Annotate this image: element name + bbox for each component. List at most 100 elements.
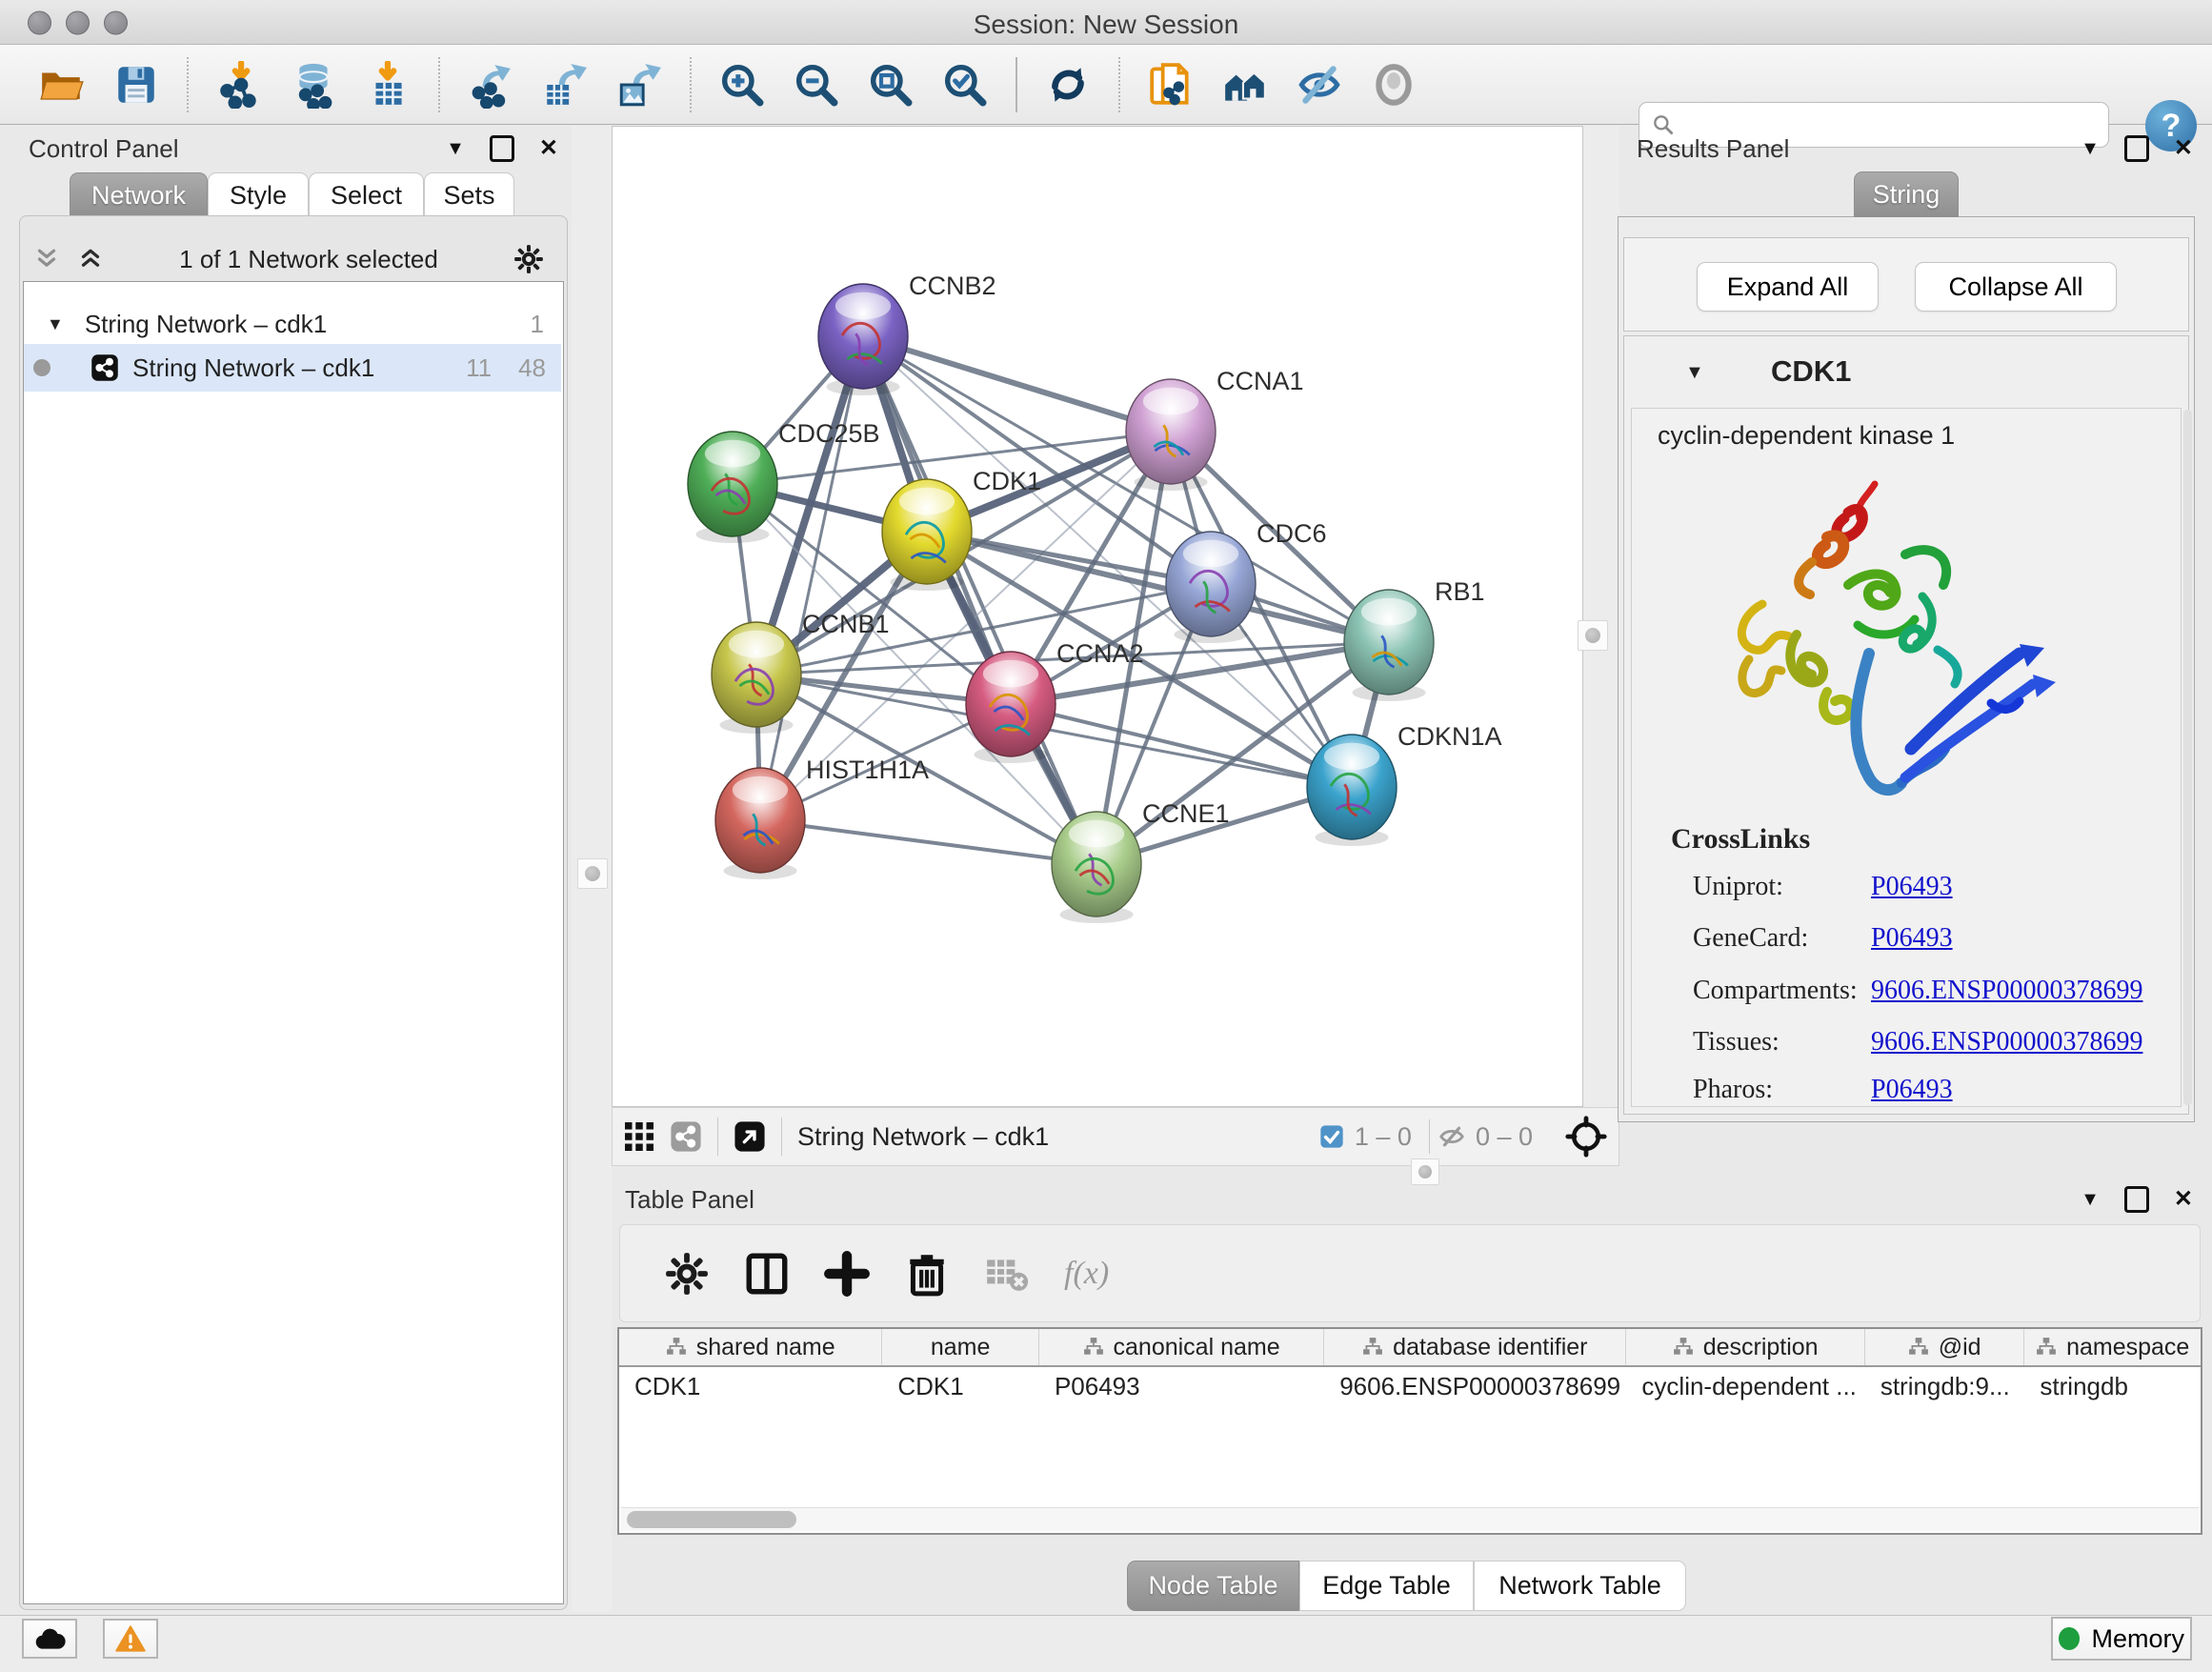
column-header-id[interactable]: @id [1865,1329,2025,1365]
crosslink-compartments-link[interactable]: 9606.ENSP00000378699 [1871,976,2142,1006]
expand-all-button[interactable]: Expand All [1697,262,1879,312]
function-builder-button[interactable]: f(x) [1064,1256,1109,1292]
zoom-in-button[interactable] [715,58,769,111]
export-network-button[interactable] [464,58,517,111]
crosslink-pharos-link[interactable]: P06493 [1871,1075,1953,1105]
network-node-RB1[interactable] [1344,590,1434,695]
network-node-CDC6[interactable] [1166,532,1256,636]
warning-status-button[interactable] [103,1619,158,1659]
zoom-selected-button[interactable] [938,58,992,111]
tab-node-table[interactable]: Node Table [1127,1561,1299,1611]
network-node-CCNA2[interactable] [966,652,1056,756]
show-all-button[interactable] [1367,58,1420,111]
panel-float-icon[interactable] [490,135,514,162]
birdseye-grid-icon[interactable] [622,1119,656,1154]
delete-column-button[interactable] [900,1247,954,1300]
network-node-CCNE1[interactable] [1052,812,1141,917]
add-column-button[interactable] [820,1247,874,1300]
import-network-file-icon [215,61,263,109]
open-session-button[interactable] [35,58,89,111]
network-collection-row[interactable]: ▼ String Network – cdk1 1 [24,305,561,343]
table-horizontal-scrollbar[interactable] [621,1507,2199,1531]
right-splitter[interactable] [1583,126,1619,1107]
tab-select[interactable]: Select [309,172,424,218]
show-columns-button[interactable] [740,1247,794,1300]
crosslink-genecard-link[interactable]: P06493 [1871,923,1953,954]
network-row-selected[interactable]: String Network – cdk1 11 48 [24,344,561,392]
node-label-CDK1: CDK1 [973,467,1041,495]
column-header-database-identifier[interactable]: database identifier [1324,1329,1626,1365]
table-settings-button[interactable] [660,1247,714,1300]
import-network-from-file-button[interactable] [212,58,266,111]
panel-close-icon[interactable]: ✕ [539,137,558,160]
network-node-CCNB1[interactable] [712,622,801,727]
right-splitter-grip[interactable] [1578,620,1608,651]
left-splitter-grip[interactable] [577,858,608,889]
selected-checkbox-icon[interactable] [1318,1123,1345,1150]
hidden-eye-icon[interactable] [1438,1122,1466,1151]
tab-network[interactable]: Network [70,172,208,218]
protein-structure-image [1705,463,2058,816]
expand-all-icon[interactable] [76,245,105,273]
panel-close-icon[interactable]: ✕ [2174,1188,2193,1211]
table-row[interactable]: CDK1 CDK1 P06493 9606.ENSP00000378699 cy… [619,1367,2201,1405]
panel-menu-icon[interactable]: ▼ [446,139,465,158]
network-node-CDKN1A[interactable] [1307,735,1397,839]
network-node-HIST1H1A[interactable] [715,768,805,873]
memory-button[interactable]: Memory [2051,1617,2192,1661]
export-table-button[interactable] [538,58,592,111]
network-node-CCNB2[interactable] [818,284,908,389]
export-image-button[interactable] [613,58,666,111]
tab-edge-table[interactable]: Edge Table [1299,1561,1474,1611]
import-table-button[interactable] [361,58,414,111]
tab-string[interactable]: String [1854,171,1959,217]
panel-menu-icon[interactable]: ▼ [2081,1190,2100,1209]
first-neighbors-button[interactable] [1218,58,1272,111]
node-count: 11 [466,353,492,383]
panel-float-icon[interactable] [2124,1186,2149,1213]
cloud-status-button[interactable] [22,1619,77,1659]
results-vertical-scrollbar[interactable] [2183,410,2192,1105]
zoom-fit-button[interactable] [864,58,917,111]
network-node-CDC25B[interactable] [688,432,777,536]
tab-sets[interactable]: Sets [424,172,514,218]
cloud-icon [33,1626,66,1651]
scrollbar-thumb[interactable] [627,1511,796,1528]
column-namespace-icon [1083,1337,1104,1358]
column-header-canonical-name[interactable]: canonical name [1039,1329,1324,1365]
import-network-from-database-button[interactable] [287,58,340,111]
network-node-CDK1[interactable] [882,479,972,584]
panel-close-icon[interactable]: ✕ [2174,137,2193,160]
network-canvas[interactable]: CCNB2CCNA1CDC25BCDK1CDC6RB1CCNB1CCNA2CDK… [612,126,1583,1107]
column-header-name[interactable]: name [882,1329,1039,1365]
node-label-CCNA2: CCNA2 [1056,639,1144,668]
delete-table-button-disabled[interactable] [980,1247,1034,1300]
apply-layout-button[interactable] [1041,58,1095,111]
gene-collapse-icon[interactable]: ▼ [1685,362,1704,384]
panel-float-icon[interactable] [2124,135,2149,162]
open-in-new-window-icon[interactable] [734,1120,766,1153]
string-app-icon[interactable] [670,1120,702,1153]
collapse-all-icon[interactable] [32,245,61,273]
zoom-out-button[interactable] [790,58,843,111]
new-network-from-selection-button[interactable] [1144,58,1197,111]
column-header-description[interactable]: description [1626,1329,1864,1365]
save-session-button[interactable] [110,58,163,111]
tab-network-table[interactable]: Network Table [1474,1561,1686,1611]
crosshair-icon[interactable] [1565,1116,1607,1158]
column-header-shared-name[interactable]: shared name [619,1329,882,1365]
crosslink-tissues-link[interactable]: 9606.ENSP00000378699 [1871,1027,2142,1058]
column-header-namespace[interactable]: namespace [2024,1329,2201,1365]
gear-icon[interactable] [513,243,545,275]
collapse-all-button[interactable]: Collapse All [1915,262,2117,312]
tree-expand-icon[interactable]: ▼ [47,314,64,334]
string-network-graph[interactable]: CCNB2CCNA1CDC25BCDK1CDC6RB1CCNB1CCNA2CDK… [613,127,1582,1106]
tab-style[interactable]: Style [208,172,309,218]
hide-selected-button[interactable] [1293,58,1346,111]
network-node-CCNA1[interactable] [1126,379,1216,484]
memory-status-dot [2059,1627,2080,1650]
panel-menu-icon[interactable]: ▼ [2081,139,2100,158]
houses-icon [1221,61,1269,109]
node-label-CCNB1: CCNB1 [802,610,890,638]
crosslink-uniprot-link[interactable]: P06493 [1871,872,1953,902]
